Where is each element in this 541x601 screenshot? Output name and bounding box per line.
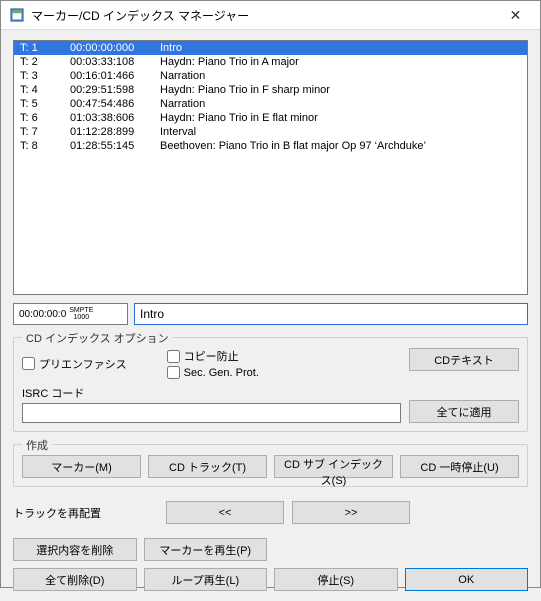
track-list[interactable]: T: 100:00:00:000IntroT: 200:03:33:108Hay…: [13, 40, 528, 295]
track-time: 01:03:38:606: [70, 111, 160, 125]
track-row[interactable]: T: 500:47:54:486Narration: [14, 97, 527, 111]
track-name: Interval: [160, 125, 521, 139]
track-name: Beethoven: Piano Trio in B flat major Op…: [160, 139, 521, 153]
marker-name-input[interactable]: [134, 303, 528, 325]
track-row[interactable]: T: 300:16:01:466Narration: [14, 69, 527, 83]
track-row[interactable]: T: 100:00:00:000Intro: [14, 41, 527, 55]
smpte-label: SMPTE 1000: [69, 307, 93, 321]
move-next-button[interactable]: >>: [292, 501, 410, 524]
track-row[interactable]: T: 701:12:28:899Interval: [14, 125, 527, 139]
rearrange-row: トラックを再配置 << >>: [13, 501, 528, 524]
track-time: 00:16:01:466: [70, 69, 160, 83]
cd-index-options-group: CD インデックス オプション プリエンファシス コピー防止: [13, 337, 528, 432]
create-marker-button[interactable]: マーカー(M): [22, 455, 141, 478]
time-value: 00:00:00:0: [19, 309, 66, 320]
time-display[interactable]: 00:00:00:0 SMPTE 1000: [13, 303, 128, 325]
close-icon: ✕: [510, 7, 522, 24]
move-prev-button[interactable]: <<: [166, 501, 284, 524]
cd-index-options-title: CD インデックス オプション: [22, 330, 173, 346]
isrc-label: ISRC コード: [22, 385, 401, 401]
editor-row: 00:00:00:0 SMPTE 1000: [13, 303, 528, 325]
track-time: 00:03:33:108: [70, 55, 160, 69]
titlebar-title: マーカー/CD インデックス マネージャー: [31, 7, 493, 24]
track-name: Haydn: Piano Trio in A major: [160, 55, 521, 69]
create-cd-track-button[interactable]: CD トラック(T): [148, 455, 267, 478]
delete-selection-button[interactable]: 選択内容を削除: [13, 538, 137, 561]
track-index: T: 4: [20, 83, 70, 97]
track-name: Haydn: Piano Trio in E flat minor: [160, 111, 521, 125]
track-name: Haydn: Piano Trio in F sharp minor: [160, 83, 521, 97]
track-index: T: 7: [20, 125, 70, 139]
dialog-window: マーカー/CD インデックス マネージャー ✕ T: 100:00:00:000…: [0, 0, 541, 588]
apply-all-button[interactable]: 全てに適用: [409, 400, 519, 423]
track-index: T: 1: [20, 41, 70, 55]
track-row[interactable]: T: 200:03:33:108Haydn: Piano Trio in A m…: [14, 55, 527, 69]
titlebar: マーカー/CD インデックス マネージャー ✕: [1, 1, 540, 30]
create-cd-pause-button[interactable]: CD 一時停止(U): [400, 455, 519, 478]
create-cd-subindex-button[interactable]: CD サブ インデックス(S): [274, 455, 393, 478]
bottom-buttons: 選択内容を削除 マーカーを再生(P) 全て削除(D) ループ再生(L) 停止(S…: [13, 538, 528, 591]
spacer: [274, 538, 398, 561]
spacer: [405, 538, 529, 561]
track-row[interactable]: T: 801:28:55:145Beethoven: Piano Trio in…: [14, 139, 527, 153]
track-time: 00:29:51:598: [70, 83, 160, 97]
pre-emphasis-checkbox[interactable]: プリエンファシス: [22, 348, 127, 379]
track-name: Narration: [160, 97, 521, 111]
track-time: 00:47:54:486: [70, 97, 160, 111]
create-group: 作成 マーカー(M) CD トラック(T) CD サブ インデックス(S) CD…: [13, 444, 528, 487]
sec-gen-prot-checkbox[interactable]: Sec. Gen. Prot.: [167, 366, 259, 379]
create-title: 作成: [22, 437, 52, 453]
track-row[interactable]: T: 400:29:51:598Haydn: Piano Trio in F s…: [14, 83, 527, 97]
track-name: Intro: [160, 41, 521, 55]
isrc-input[interactable]: [22, 403, 401, 423]
track-index: T: 2: [20, 55, 70, 69]
app-icon: [9, 7, 25, 23]
track-index: T: 3: [20, 69, 70, 83]
track-time: 00:00:00:000: [70, 41, 160, 55]
track-time: 01:28:55:145: [70, 139, 160, 153]
track-name: Narration: [160, 69, 521, 83]
play-marker-button[interactable]: マーカーを再生(P): [144, 538, 268, 561]
close-button[interactable]: ✕: [493, 1, 538, 29]
track-index: T: 6: [20, 111, 70, 125]
track-index: T: 5: [20, 97, 70, 111]
track-row[interactable]: T: 601:03:38:606Haydn: Piano Trio in E f…: [14, 111, 527, 125]
rearrange-label: トラックを再配置: [13, 505, 158, 521]
cd-text-button[interactable]: CDテキスト: [409, 348, 519, 371]
copy-protect-checkbox[interactable]: コピー防止: [167, 348, 259, 364]
track-index: T: 8: [20, 139, 70, 153]
content-area: T: 100:00:00:000IntroT: 200:03:33:108Hay…: [1, 30, 540, 601]
track-time: 01:12:28:899: [70, 125, 160, 139]
